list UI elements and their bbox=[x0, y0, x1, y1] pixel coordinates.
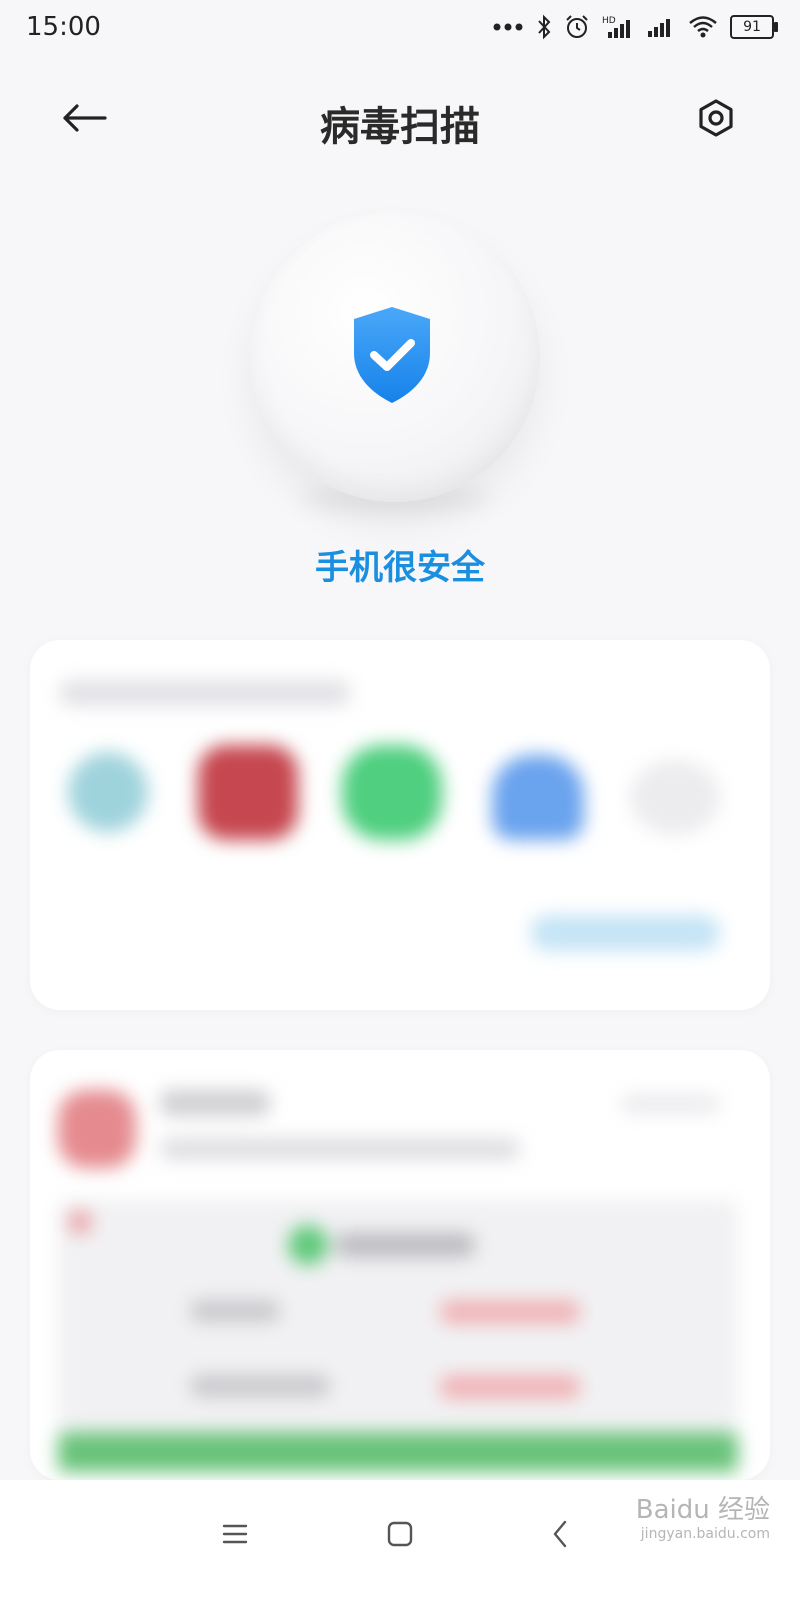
page-title: 病毒扫描 bbox=[320, 104, 480, 150]
blurred-text bbox=[160, 1090, 270, 1116]
blurred-text bbox=[335, 1233, 475, 1257]
svg-text:HD: HD bbox=[602, 16, 616, 26]
status-icons: HD 91 bbox=[492, 14, 778, 40]
nav-back-icon bbox=[553, 1520, 567, 1548]
settings-icon bbox=[699, 99, 733, 137]
battery-icon: 91 bbox=[730, 15, 778, 39]
security-status-text: 手机很安全 bbox=[315, 548, 485, 588]
menu-icon bbox=[222, 1524, 248, 1544]
watermark: Baidu 经验 jingyan.baidu.com bbox=[635, 1495, 770, 1542]
blurred-text bbox=[60, 680, 350, 706]
blurred-content bbox=[30, 1050, 770, 1480]
blurred-text bbox=[190, 1300, 280, 1322]
blurred-dot bbox=[68, 1210, 92, 1234]
home-button[interactable] bbox=[370, 1504, 430, 1564]
header: 病毒扫描 bbox=[0, 70, 800, 166]
app-icon bbox=[492, 755, 584, 840]
app-icon bbox=[68, 752, 148, 832]
navigation-bar: Baidu 经验 jingyan.baidu.com bbox=[0, 1480, 800, 1600]
bluetooth-icon bbox=[536, 14, 552, 40]
scanned-apps-card bbox=[30, 640, 770, 1010]
dots-icon bbox=[492, 22, 524, 32]
blurred-text bbox=[190, 1375, 330, 1397]
app-icon bbox=[630, 760, 720, 835]
watermark-url: jingyan.baidu.com bbox=[640, 1525, 770, 1542]
nav-back-button[interactable] bbox=[530, 1504, 590, 1564]
alarm-icon bbox=[564, 14, 590, 40]
blurred-badge bbox=[288, 1225, 328, 1265]
home-icon bbox=[387, 1521, 413, 1547]
blurred-text bbox=[440, 1375, 580, 1399]
recents-button[interactable] bbox=[205, 1504, 265, 1564]
app-icon bbox=[198, 745, 298, 840]
blurred-button bbox=[530, 915, 720, 951]
blurred-text bbox=[620, 1094, 720, 1114]
blurred-text bbox=[440, 1300, 580, 1324]
watermark-brand: Baidu 经验 bbox=[635, 1495, 770, 1525]
app-icon bbox=[58, 1090, 136, 1168]
blurred-content bbox=[30, 640, 770, 1010]
blurred-bar bbox=[58, 1432, 738, 1472]
settings-button[interactable] bbox=[688, 90, 744, 146]
wifi-icon bbox=[688, 15, 718, 39]
scan-detail-card bbox=[30, 1050, 770, 1480]
status-time: 15:00 bbox=[26, 12, 101, 42]
signal-icon bbox=[646, 15, 676, 39]
shield-check-icon bbox=[350, 305, 434, 405]
blurred-text bbox=[160, 1138, 520, 1160]
status-bar: 15:00 HD 91 bbox=[0, 0, 800, 56]
hd-signal-icon: HD bbox=[602, 14, 634, 40]
app-icon bbox=[342, 745, 442, 840]
